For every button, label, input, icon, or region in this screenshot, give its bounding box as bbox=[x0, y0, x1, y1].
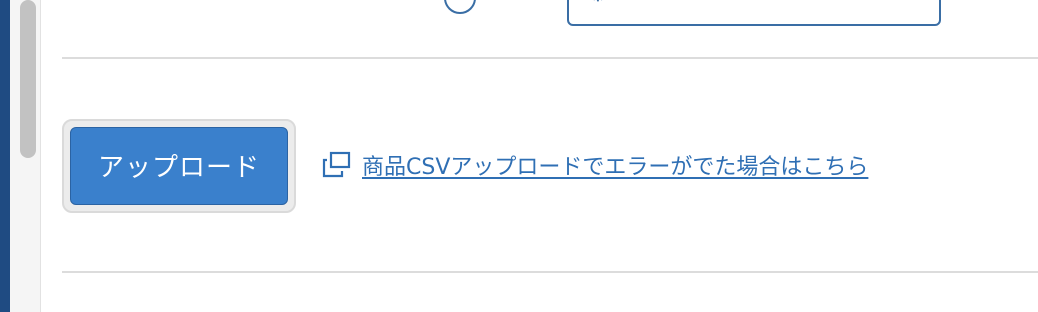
help-icon[interactable] bbox=[444, 0, 476, 14]
external-window-icon bbox=[322, 151, 351, 178]
error-help-link[interactable]: 商品CSVアップロードでエラーがでた場合はこちら bbox=[362, 149, 868, 181]
sidebar-edge bbox=[0, 0, 10, 312]
top-row-partial: ⚙ bbox=[0, 0, 1038, 30]
error-help-link-row[interactable]: 商品CSVアップロードでエラーがでた場合はこちら bbox=[322, 148, 868, 182]
page: ⚙ アップロード 商品CSVアップロードでエラーがでた場合はこちら bbox=[0, 0, 1038, 312]
upload-button[interactable]: アップロード bbox=[70, 127, 288, 205]
gear-icon: ⚙ bbox=[589, 0, 611, 4]
top-select-field[interactable]: ⚙ bbox=[567, 0, 941, 26]
section-divider-bottom bbox=[62, 271, 1038, 273]
section-divider-top bbox=[62, 57, 1038, 59]
